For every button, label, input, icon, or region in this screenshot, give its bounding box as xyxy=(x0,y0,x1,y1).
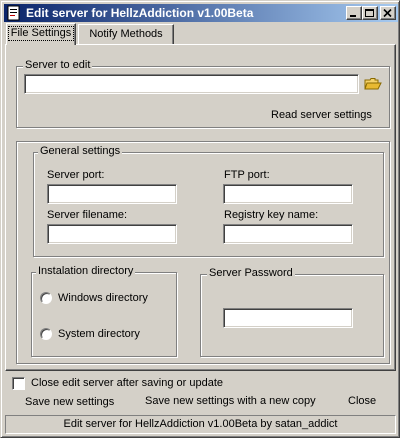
close-window-button[interactable] xyxy=(380,6,396,20)
windows-directory-radio[interactable] xyxy=(40,292,52,304)
browse-folder-icon[interactable] xyxy=(364,76,382,92)
server-filename-label: Server filename: xyxy=(47,209,128,221)
close-after-save-label[interactable]: Close edit server after saving or update xyxy=(31,377,223,389)
tab-file-settings[interactable]: File Settings xyxy=(6,23,76,45)
server-password-input[interactable] xyxy=(223,308,353,328)
group-label: Server to edit xyxy=(23,59,93,71)
app-icon xyxy=(7,5,20,21)
maximize-icon xyxy=(365,9,374,17)
tab-label: File Settings xyxy=(7,26,75,41)
read-server-settings-button[interactable]: Read server settings xyxy=(271,109,372,121)
system-directory-label[interactable]: System directory xyxy=(58,328,140,340)
window-title: Edit server for HellzAddiction v1.00Beta xyxy=(26,6,254,20)
server-port-label: Server port: xyxy=(47,169,105,181)
ftp-port-label: FTP port: xyxy=(224,169,270,181)
close-icon xyxy=(383,9,392,18)
close-after-save-checkbox[interactable] xyxy=(12,377,25,390)
tab-notify-methods[interactable]: Notify Methods xyxy=(78,24,174,44)
minimize-button[interactable] xyxy=(346,6,362,20)
tab-label: Notify Methods xyxy=(89,28,163,40)
registry-key-label: Registry key name: xyxy=(224,209,319,221)
group-label: General settings xyxy=(38,145,123,157)
close-button[interactable]: Close xyxy=(348,395,376,407)
main-window: Edit server for HellzAddiction v1.00Beta… xyxy=(0,0,400,438)
server-path-input[interactable] xyxy=(24,74,359,94)
maximize-button[interactable] xyxy=(362,6,378,20)
ftp-port-input[interactable] xyxy=(223,184,353,204)
server-port-input[interactable] xyxy=(47,184,177,204)
status-text: Edit server for HellzAddiction v1.00Beta… xyxy=(63,418,338,430)
group-label: Server Password xyxy=(207,267,295,279)
group-label: Instalation directory xyxy=(36,265,136,277)
windows-directory-label[interactable]: Windows directory xyxy=(58,292,148,304)
system-directory-radio[interactable] xyxy=(40,328,52,340)
title-bar[interactable]: Edit server for HellzAddiction v1.00Beta xyxy=(4,4,398,22)
server-filename-input[interactable] xyxy=(47,224,177,244)
save-new-settings-button[interactable]: Save new settings xyxy=(25,396,114,408)
status-bar: Edit server for HellzAddiction v1.00Beta… xyxy=(5,415,396,434)
install-directory-group: Instalation directory xyxy=(31,265,177,357)
minimize-icon xyxy=(350,15,356,17)
registry-key-input[interactable] xyxy=(223,224,353,244)
save-settings-new-copy-button[interactable]: Save new settings with a new copy xyxy=(145,395,316,407)
